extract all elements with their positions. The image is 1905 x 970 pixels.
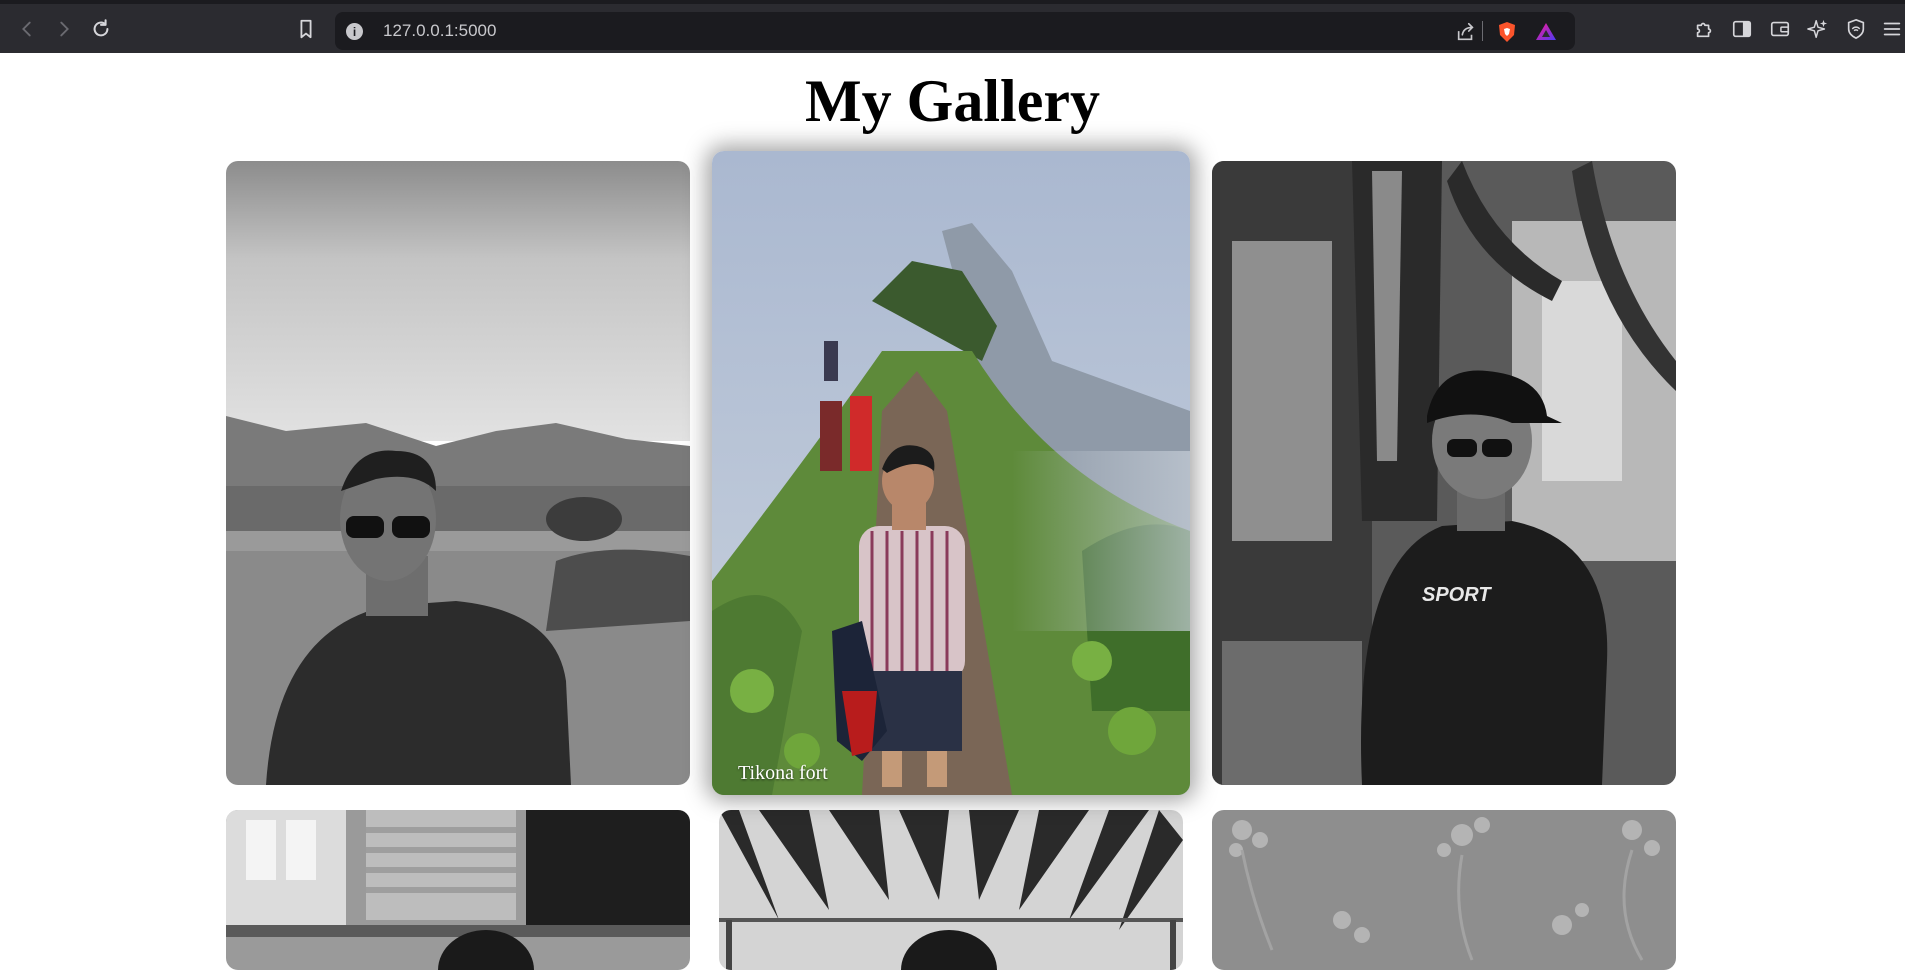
portrait-photo (719, 810, 1183, 970)
bookmark-icon[interactable] (293, 16, 319, 42)
gallery-photo-2[interactable]: Tikona fort (712, 151, 1190, 795)
brave-rewards-icon[interactable] (1534, 20, 1558, 44)
address-bar[interactable]: i 127.0.0.1:5000 (335, 12, 1575, 50)
gallery-photo-4[interactable] (226, 810, 690, 970)
leo-ai-icon[interactable] (1805, 16, 1831, 42)
menu-icon[interactable] (1879, 16, 1905, 42)
svg-text:SPORT: SPORT (1422, 584, 1492, 606)
portrait-photo (226, 810, 690, 970)
gallery-photo-5[interactable] (719, 810, 1183, 970)
portrait-photo (226, 161, 690, 785)
wallet-icon[interactable] (1767, 16, 1793, 42)
sidebar-icon[interactable] (1729, 16, 1755, 42)
share-icon[interactable] (1454, 20, 1478, 44)
portrait-photo: SPORT (1212, 161, 1676, 785)
gallery-photo-1[interactable] (226, 161, 690, 785)
portrait-photo (712, 151, 1190, 795)
back-icon[interactable] (14, 16, 40, 42)
url-text[interactable]: 127.0.0.1:5000 (383, 21, 496, 41)
browser-toolbar: i 127.0.0.1:5000 (0, 0, 1905, 53)
gallery-photo-3[interactable]: SPORT (1212, 161, 1676, 785)
site-info-icon[interactable]: i (346, 23, 363, 40)
address-divider (1482, 21, 1483, 41)
gallery-photo-6[interactable] (1212, 810, 1676, 970)
extensions-icon[interactable] (1691, 16, 1717, 42)
portrait-photo (1212, 810, 1676, 970)
page-title: My Gallery (805, 68, 1100, 134)
forward-icon[interactable] (51, 16, 77, 42)
reload-icon[interactable] (88, 16, 114, 42)
brave-shields-icon[interactable] (1495, 20, 1519, 44)
vpn-icon[interactable] (1843, 16, 1869, 42)
photo-caption: Tikona fort (738, 762, 828, 784)
